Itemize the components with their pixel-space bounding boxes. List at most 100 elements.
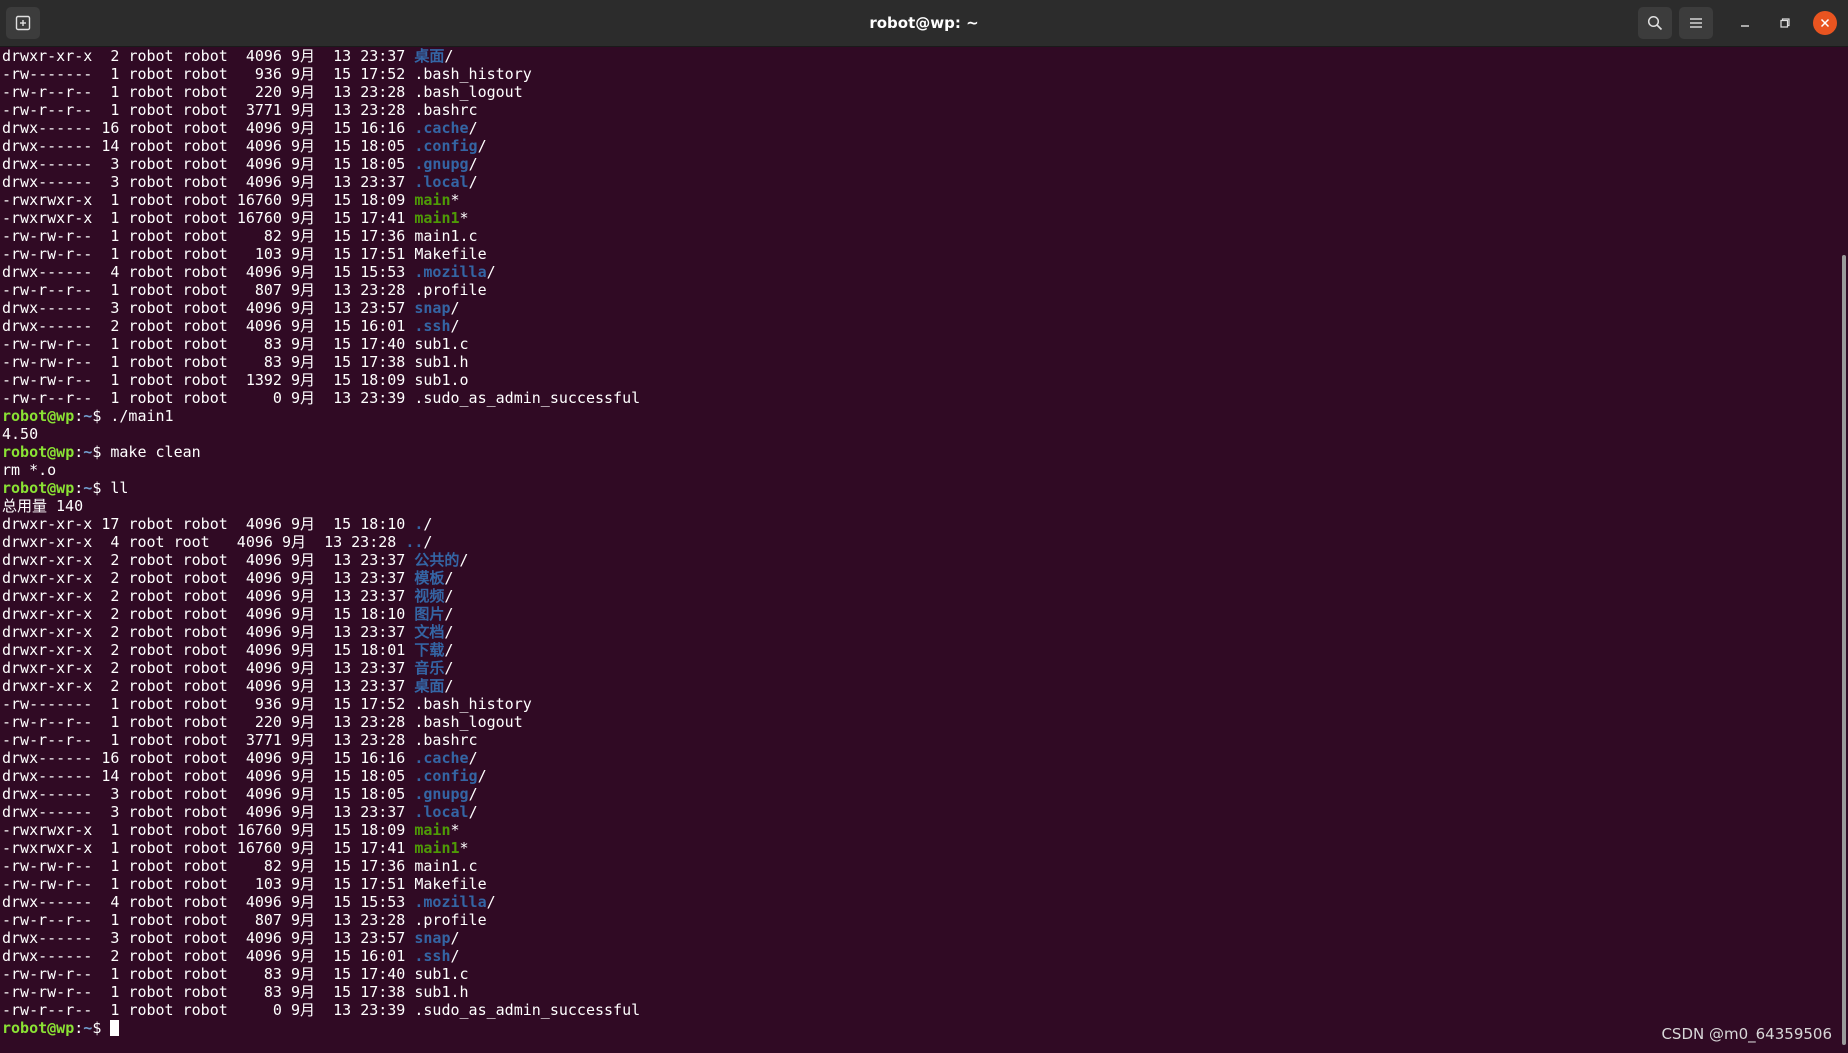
file-size: 4096 (236, 515, 282, 533)
link-count: 2 (101, 317, 120, 335)
file-month: 9月 (291, 947, 316, 965)
file-day: 15 (333, 209, 352, 227)
listing-row: -rwxrwxr-x 1 robot robot 16760 9月 15 18:… (0, 821, 1832, 839)
file-name: 公共的 (414, 551, 460, 569)
search-button[interactable] (1638, 7, 1672, 39)
file-owner: robot (128, 641, 174, 659)
file-month: 9月 (291, 875, 316, 893)
file-time: 18:10 (360, 515, 406, 533)
file-permissions: -rw-rw-r-- (2, 353, 93, 371)
file-owner: robot (128, 155, 174, 173)
link-count: 1 (101, 731, 120, 749)
file-group: robot (182, 605, 228, 623)
new-tab-button[interactable] (6, 7, 40, 39)
file-day: 15 (333, 137, 352, 155)
file-type-suffix: / (444, 605, 454, 623)
listing-row: drwxr-xr-x 2 robot robot 4096 9月 15 18:0… (0, 641, 1832, 659)
file-size: 4096 (236, 299, 282, 317)
file-time: 17:51 (360, 245, 406, 263)
listing-row: drwx------ 16 robot robot 4096 9月 15 16:… (0, 119, 1832, 137)
file-group: robot (182, 155, 228, 173)
link-count: 1 (101, 695, 120, 713)
file-time: 17:36 (360, 857, 406, 875)
file-owner: robot (128, 587, 174, 605)
file-size: 4096 (236, 749, 282, 767)
menu-button[interactable] (1679, 7, 1713, 39)
link-count: 1 (101, 983, 120, 1001)
file-permissions: -rw-rw-r-- (2, 227, 93, 245)
file-owner: robot (128, 281, 174, 299)
file-month: 9月 (291, 623, 316, 641)
file-time: 23:28 (360, 713, 406, 731)
file-permissions: drwxr-xr-x (2, 587, 93, 605)
file-name: 模板 (414, 569, 445, 587)
file-size: 220 (236, 713, 282, 731)
file-owner: robot (128, 677, 174, 695)
close-button[interactable] (1813, 11, 1837, 35)
file-time: 18:05 (360, 767, 406, 785)
listing-row: drwx------ 3 robot robot 4096 9月 15 18:0… (0, 155, 1832, 173)
file-day: 13 (333, 803, 352, 821)
file-time: 23:28 (360, 83, 406, 101)
minimize-button[interactable] (1733, 11, 1757, 35)
file-day: 15 (333, 983, 352, 1001)
listing-row: -rw-rw-r-- 1 robot robot 83 9月 15 17:40 … (0, 965, 1832, 983)
file-group: robot (182, 731, 228, 749)
file-time: 23:28 (360, 731, 406, 749)
file-group: robot (182, 623, 228, 641)
file-day: 15 (333, 695, 352, 713)
file-time: 16:01 (360, 947, 406, 965)
file-type-suffix: / (444, 587, 454, 605)
file-owner: robot (128, 371, 174, 389)
file-size: 83 (236, 335, 282, 353)
file-time: 17:38 (360, 983, 406, 1001)
file-owner: robot (128, 515, 174, 533)
file-permissions: -rw-rw-r-- (2, 245, 93, 263)
listing-row: -rw-r--r-- 1 robot robot 0 9月 13 23:39 .… (0, 389, 1832, 407)
new-tab-icon (15, 15, 31, 31)
file-month: 9月 (291, 209, 316, 227)
file-day: 13 (333, 731, 352, 749)
file-permissions: -rw------- (2, 65, 93, 83)
file-month: 9月 (291, 605, 316, 623)
link-count: 3 (101, 173, 120, 191)
file-group: root (173, 533, 219, 551)
file-month: 9月 (291, 335, 316, 353)
file-size: 4096 (236, 641, 282, 659)
file-size: 0 (236, 1001, 282, 1019)
file-type-suffix: / (450, 317, 460, 335)
file-day: 13 (333, 299, 352, 317)
file-owner: robot (128, 83, 174, 101)
terminal-scrollbar[interactable] (1842, 255, 1846, 1045)
file-group: robot (182, 353, 228, 371)
file-group: robot (182, 227, 228, 245)
listing-row: drwx------ 3 robot robot 4096 9月 15 18:0… (0, 785, 1832, 803)
file-day: 13 (333, 677, 352, 695)
maximize-button[interactable] (1773, 11, 1797, 35)
listing-row: drwxr-xr-x 17 robot robot 4096 9月 15 18:… (0, 515, 1832, 533)
file-permissions: -rw-r--r-- (2, 101, 93, 119)
link-count: 1 (101, 1001, 120, 1019)
file-permissions: drwx------ (2, 155, 93, 173)
file-permissions: drwx------ (2, 785, 93, 803)
file-type-suffix: / (444, 659, 454, 677)
file-owner: robot (128, 893, 174, 911)
file-name: main1.c (414, 857, 478, 875)
file-time: 17:52 (360, 695, 406, 713)
link-count: 3 (101, 929, 120, 947)
file-month: 9月 (291, 65, 316, 83)
file-day: 15 (333, 893, 352, 911)
file-type-suffix: / (477, 767, 487, 785)
terminal-output[interactable]: drwxr-xr-x 2 robot robot 4096 9月 13 23:3… (0, 47, 1832, 1053)
file-month: 9月 (291, 713, 316, 731)
link-count: 2 (101, 659, 120, 677)
file-owner: robot (128, 803, 174, 821)
link-count: 3 (101, 785, 120, 803)
file-month: 9月 (291, 389, 316, 407)
file-name: .bash_history (414, 695, 532, 713)
file-day: 15 (333, 371, 352, 389)
link-count: 1 (101, 281, 120, 299)
file-month: 9月 (291, 191, 316, 209)
listing-row: -rw-rw-r-- 1 robot robot 1392 9月 15 18:0… (0, 371, 1832, 389)
file-name: .profile (414, 281, 487, 299)
